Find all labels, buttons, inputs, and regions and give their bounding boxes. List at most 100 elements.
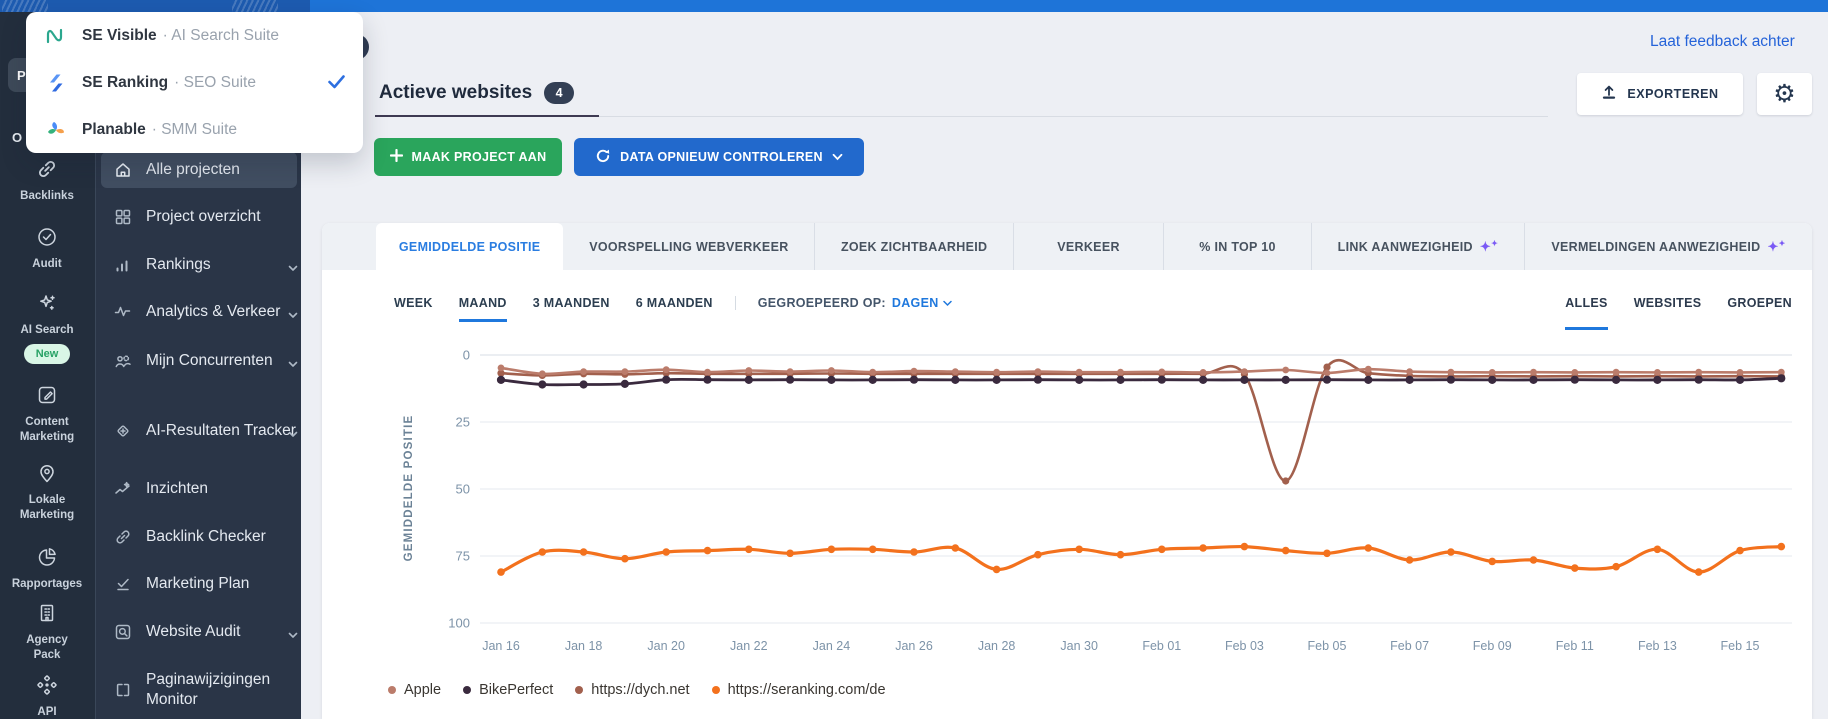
title-divider <box>599 116 1548 117</box>
legend-item-apple[interactable]: Apple <box>388 682 441 698</box>
sidebar-item-project-overzicht[interactable]: Project overzicht <box>101 200 297 234</box>
page-title: Actieve websites <box>379 82 533 103</box>
content-pencil-icon <box>36 384 58 411</box>
sidebar-item-marketing-plan[interactable]: Marketing Plan <box>101 567 297 601</box>
period-selector: WEEK MAAND 3 MAANDEN 6 MAANDEN GEGROEPEE… <box>394 296 952 330</box>
se-ranking-app: P O Backlinks Audit AI Search New Conten… <box>0 0 1828 719</box>
tab-verkeer[interactable]: VERKEER <box>1012 223 1163 270</box>
title-active-underline <box>375 115 599 117</box>
rail-item-api[interactable]: API <box>0 674 94 719</box>
sidebar-item-analytics-verkeer[interactable]: Analytics & Verkeer <box>101 295 298 329</box>
svg-text:Jan 22: Jan 22 <box>730 639 768 653</box>
scope-websites[interactable]: WEBSITES <box>1634 296 1702 330</box>
rail-item-content-marketing[interactable]: Content Marketing <box>0 384 94 445</box>
new-badge: New <box>23 343 71 365</box>
rail-item-lokale-marketing[interactable]: Lokale Marketing <box>0 462 94 523</box>
feedback-link[interactable]: Laat feedback achter <box>1650 33 1795 51</box>
period-maand[interactable]: MAAND <box>458 296 507 322</box>
grouped-by-label: GEGROEPEERD OP: <box>757 296 886 310</box>
chevron-down-icon <box>275 426 298 437</box>
period-3-maanden[interactable]: 3 MAANDEN <box>533 296 610 319</box>
svg-text:50: 50 <box>456 482 470 497</box>
pages-icon <box>116 683 130 697</box>
tab-zoek-zichtbaarheid[interactable]: ZOEK ZICHTBAARHEID <box>814 223 1012 270</box>
trend-sparkle-icon <box>115 481 130 494</box>
legend-item-seranking-de[interactable]: https://seranking.com/de <box>711 682 886 698</box>
svg-text:Jan 18: Jan 18 <box>565 639 603 653</box>
suite-item-se-ranking[interactable]: SE Ranking · SEO Suite <box>26 59 363 106</box>
se-visible-logo-icon <box>44 25 68 47</box>
grouped-by-select[interactable]: DAGEN <box>892 296 952 310</box>
svg-text:75: 75 <box>456 549 470 564</box>
partially-hidden-label: O <box>12 130 23 145</box>
rail-item-backlinks[interactable]: Backlinks <box>0 158 94 204</box>
rail-item-audit[interactable]: Audit <box>0 226 94 272</box>
banner-zigzag-decoration <box>2 0 48 12</box>
upload-icon <box>1601 84 1617 105</box>
sidebar-item-rankings[interactable]: Rankings <box>101 248 298 282</box>
tab-in-top-10[interactable]: % IN TOP 10 <box>1163 223 1310 270</box>
tab-voorspelling-webverkeer[interactable]: VOORSPELLING WEBVERKEER <box>563 223 814 270</box>
svg-text:25: 25 <box>456 415 470 430</box>
scope-groepen[interactable]: GROEPEN <box>1727 296 1792 330</box>
average-position-chart: 0 25 50 75 100 Jan 16 Jan 18 Jan 20 Jan 22 Jan 24… <box>403 348 1792 653</box>
sidebar-item-paginawijzigingen-monitor[interactable]: Paginawijzigingen Monitor <box>101 667 297 713</box>
svg-text:Jan 26: Jan 26 <box>895 639 933 653</box>
svg-text:100: 100 <box>448 616 470 631</box>
export-button[interactable]: EXPORTEREN <box>1577 73 1743 115</box>
ai-search-sparkles-icon <box>36 292 58 319</box>
legend-dot <box>388 686 396 694</box>
chevron-down-icon <box>275 260 298 271</box>
svg-text:Feb 05: Feb 05 <box>1308 639 1347 653</box>
period-6-maanden[interactable]: 6 MAANDEN <box>636 296 713 319</box>
suite-switcher-dropdown: SE Visible · AI Search Suite SE Ranking … <box>26 12 363 153</box>
selected-check-icon <box>328 75 345 94</box>
rail-item-agency-pack[interactable]: Agency Pack <box>0 602 94 663</box>
svg-text:Feb 11: Feb 11 <box>1556 639 1594 653</box>
settings-button[interactable]: ⚙ <box>1757 73 1812 115</box>
suite-item-planable[interactable]: Planable · SMM Suite <box>26 106 363 153</box>
svg-text:GEMIDDELDE POSITIE: GEMIDDELDE POSITIE <box>403 415 415 562</box>
api-nodes-icon <box>36 674 58 701</box>
planable-logo-icon <box>44 119 68 141</box>
create-project-button[interactable]: MAAK PROJECT AAN <box>374 138 562 176</box>
refresh-data-button[interactable]: DATA OPNIEUW CONTROLEREN <box>574 138 864 176</box>
chevron-down-icon <box>942 300 952 306</box>
svg-text:Jan 16: Jan 16 <box>482 639 520 653</box>
sidebar-item-ai-resultaten-tracker[interactable]: AI-Resultaten Tracker <box>101 408 298 454</box>
sidebar-item-inzichten[interactable]: Inzichten <box>101 472 297 506</box>
refresh-icon <box>595 148 611 167</box>
svg-text:Feb 15: Feb 15 <box>1721 639 1760 653</box>
people-icon <box>115 355 131 368</box>
tab-gemiddelde-positie[interactable]: GEMIDDELDE POSITIE <box>376 223 564 270</box>
rail-item-ai-search[interactable]: AI Search New <box>0 292 94 365</box>
legend-item-dych-net[interactable]: https://dych.net <box>575 682 690 698</box>
legend-item-bikeperfect[interactable]: BikePerfect <box>463 682 553 698</box>
chevron-down-icon <box>275 356 298 367</box>
tab-link-aanwezigheid[interactable]: LINK AANWEZIGHEID ✦✦ <box>1310 223 1524 270</box>
suite-item-se-visible[interactable]: SE Visible · AI Search Suite <box>26 12 363 59</box>
chevron-down-icon <box>832 150 843 164</box>
svg-text:Jan 28: Jan 28 <box>978 639 1016 653</box>
rail-item-rapportages[interactable]: Rapportages <box>0 546 94 592</box>
se-ranking-logo-icon <box>44 72 68 94</box>
dashboard-grid-icon <box>115 209 131 225</box>
metric-tabs: GEMIDDELDE POSITIE VOORSPELLING WEBVERKE… <box>322 223 1812 270</box>
bar-chart-icon <box>116 260 128 272</box>
svg-text:Jan 24: Jan 24 <box>813 639 851 653</box>
sidebar-item-mijn-concurrenten[interactable]: Mijn Concurrenten <box>101 344 298 378</box>
tab-vermeldingen-aanwezigheid[interactable]: VERMELDINGEN AANWEZIGHEID ✦✦ <box>1524 223 1812 270</box>
page-title-row: Actieve websites 4 <box>379 82 575 104</box>
sidebar-item-backlink-checker[interactable]: Backlink Checker <box>101 520 297 554</box>
sidebar-item-alle-projecten[interactable]: Alle projecten <box>101 152 297 188</box>
banner-zigzag-decoration <box>232 0 278 12</box>
pie-chart-icon <box>36 546 58 573</box>
scope-selector: ALLES WEBSITES GROEPEN <box>1565 296 1792 330</box>
svg-text:Feb 03: Feb 03 <box>1225 639 1264 653</box>
svg-text:Feb 07: Feb 07 <box>1390 639 1429 653</box>
dashboard-card: GEMIDDELDE POSITIE VOORSPELLING WEBVERKE… <box>322 223 1812 719</box>
svg-text:Feb 13: Feb 13 <box>1638 639 1677 653</box>
scope-alles[interactable]: ALLES <box>1565 296 1608 330</box>
sidebar-item-website-audit[interactable]: Website Audit <box>101 615 298 649</box>
period-week[interactable]: WEEK <box>394 296 433 319</box>
